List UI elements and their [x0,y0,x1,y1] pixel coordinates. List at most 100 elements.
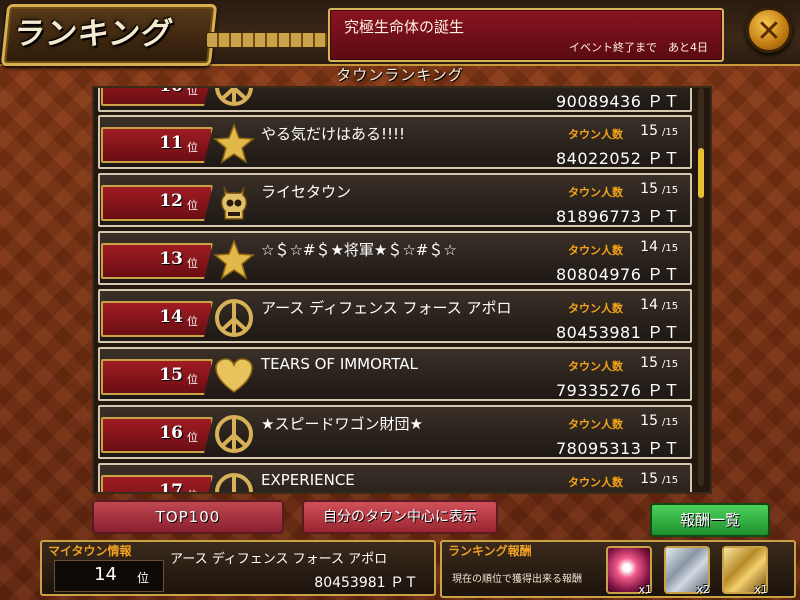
ranking-row[interactable]: 12 位 ライセタウン タウン人数 15/15 81896773 ＰＴ [98,173,692,227]
population-value: 15 [640,123,658,139]
rank-suffix: 位 [187,86,198,97]
rank-suffix: 位 [187,141,198,154]
points-value: 79335276 ＰＴ [555,381,680,400]
star-icon [213,239,255,280]
rank-suffix: 位 [187,199,198,212]
ranking-row[interactable]: 16 位 ★スピードワゴン財団★ タウン人数 15/15 78095313 ＰＴ [98,405,692,459]
ranking-row-partial[interactable]: 10 位 90089436 ＰＴ [98,86,692,112]
rank-suffix: 位 [187,315,198,328]
my-rank-suffix: 位 [137,571,150,585]
population-max: /15 [662,301,679,312]
section-title: タウンランキング [336,66,464,84]
population-value: 15 [640,413,658,429]
event-remaining: イベント終了まで あと4日 [569,41,708,54]
population-max: /15 [662,359,679,370]
ranking-reward-label: ランキング報酬 [448,544,532,558]
rank-number: 16 [159,423,183,443]
town-name: やる気だけはある!!!! [261,125,406,143]
page-title: ランキング [11,16,176,52]
close-icon: ✕ [756,14,782,49]
population-max: /15 [662,185,679,196]
rank-plate: 10 位 [101,86,213,106]
points-value: 81896773 ＰＴ [555,207,680,226]
points-value: 78095313 ＰＴ [555,439,680,458]
population-max: /15 [662,475,679,486]
rank-plate: 12 位 [101,185,213,221]
ranking-row[interactable]: 13 位 ☆＄☆#＄★将軍★＄☆#＄☆ タウン人数 14/15 80804976 ＰＴ [98,231,692,285]
skull-icon [220,186,248,220]
population-label: タウン人数 [568,186,623,199]
town-name: アース ディフェンス フォース アポロ [261,299,512,317]
town-name: ライセタウン [261,183,352,201]
scroll-thumb[interactable] [698,148,704,198]
my-town-panel: マイタウン情報 14 位 アース ディフェンス フォース アポロ 8045398… [40,540,436,596]
rank-plate: 15 位 [101,359,213,395]
rewards-list-button[interactable]: 報酬一覧 [650,503,770,537]
peace-icon [215,473,253,492]
peace-icon [215,415,253,453]
population-label: タウン人数 [568,476,623,489]
population-value: 14 [640,297,658,313]
population-value: 15 [640,181,658,197]
town-name: ★スピードワゴン財団★ [261,415,423,433]
my-town-name: アース ディフェンス フォース アポロ [170,552,388,567]
reward-quantity: x1 [754,583,768,596]
ranking-row[interactable]: 15 位 TEARS OF IMMORTAL タウン人数 15/15 79335276 Ｐ… [98,347,692,401]
ranking-reward-description: 現在の順位で獲得出来る報酬 [452,574,582,585]
gold-ticket-item-icon[interactable]: x1 [722,546,768,596]
top100-button[interactable]: TOP100 [92,500,284,534]
close-button[interactable]: ✕ [746,7,792,53]
ranking-row[interactable]: 17 位 EXPERIENCE タウン人数 15/15 [98,463,692,494]
rank-plate: 17 位 [101,475,213,494]
population-value: 14 [640,239,658,255]
rank-number: 15 [159,365,183,385]
population-label: タウン人数 [568,302,623,315]
population-value: 15 [640,471,658,487]
rank-number: 13 [159,249,183,269]
my-rank-box: 14 位 [54,560,164,592]
ranking-row[interactable]: 11 位 やる気だけはある!!!! タウン人数 15/15 84022052 ＰＴ [98,115,692,169]
points-value: 80804976 ＰＴ [555,265,680,284]
silver-ticket-item-icon[interactable]: x2 [664,546,710,596]
pink-orb-item-icon[interactable]: x1 [606,546,652,596]
peace-icon [215,299,253,337]
points-value: 84022052 ＰＴ [555,149,680,168]
rank-number: 14 [159,307,183,327]
rank-plate: 11 位 [101,127,213,163]
reward-quantity: x1 [638,583,652,596]
list-scrollbar[interactable] [698,88,704,486]
ranking-reward-panel: ランキング報酬 現在の順位で獲得出来る報酬 x1 x2 x1 [440,540,796,598]
center-on-my-town-button[interactable]: 自分のタウン中心に表示 [302,500,498,534]
population-max: /15 [662,127,679,138]
rank-plate: 14 位 [101,301,213,337]
points-value: 90089436 ＰＴ [555,92,680,111]
ranking-list[interactable]: 10 位 90089436 ＰＴ 11 位やる気だけはある!!!! タウン人数 15/… [92,86,712,494]
points-value: 80453981 ＰＴ [555,323,680,342]
event-banner: 究極生命体の誕生 イベント終了まで あと4日 [328,8,724,62]
rank-number: 12 [159,191,183,211]
heart-icon [215,358,253,393]
town-name: EXPERIENCE [261,471,355,489]
star-icon [213,123,255,164]
title-chain-ornament [206,32,328,48]
population-max: /15 [662,243,679,254]
population-label: タウン人数 [568,128,623,141]
rank-suffix: 位 [187,257,198,270]
town-name: TEARS OF IMMORTAL [261,355,418,373]
population-value: 15 [640,355,658,371]
my-town-label: マイタウン情報 [48,544,132,558]
peace-icon [215,88,253,106]
population-label: タウン人数 [568,360,623,373]
rank-number: 17 [159,481,183,494]
population-label: タウン人数 [568,418,623,431]
population-label: タウン人数 [568,244,623,257]
reward-quantity: x2 [696,583,710,596]
population-max: /15 [662,417,679,428]
ranking-row[interactable]: 14 位 アース ディフェンス フォース アポロ タウン人数 14/15 80453981… [98,289,692,343]
rank-suffix: 位 [187,487,198,492]
rank-plate: 13 位 [101,243,213,279]
rank-suffix: 位 [187,431,198,444]
rank-number: 10 [159,86,183,96]
town-name: ☆＄☆#＄★将軍★＄☆#＄☆ [261,241,457,259]
rank-number: 11 [159,133,183,153]
